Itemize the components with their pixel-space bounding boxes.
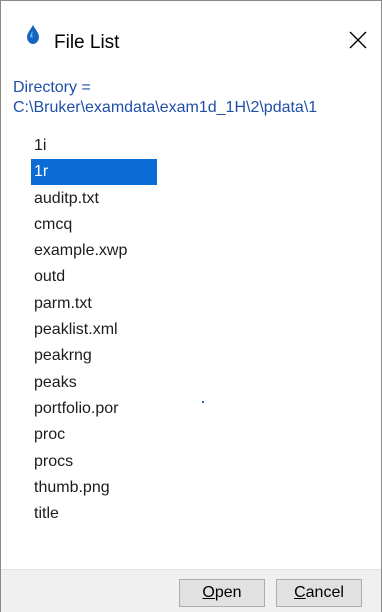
file-list-item[interactable]: 1r [31,159,157,186]
button-bar: Open Cancel [1,569,381,612]
file-list-item[interactable]: parm.txt [31,291,157,317]
file-list-item[interactable]: thumb.png [31,475,157,501]
file-list-item[interactable]: peaklist.xml [31,317,157,343]
file-list-item[interactable]: auditp.txt [31,186,157,212]
cancel-label-rest: ancel [305,584,344,601]
file-list-item[interactable]: peaks [31,370,157,396]
file-list-item[interactable]: peakrng [31,343,157,369]
directory-label: Directory = [13,79,91,96]
file-list[interactable]: 1i 1r auditp.txt cmcq example.xwp outd parm.tx… [31,133,157,527]
open-button[interactable]: Open [179,579,265,607]
cancel-mnemonic: C [294,584,306,601]
file-list-item[interactable]: cmcq [31,212,157,238]
close-button[interactable] [341,23,375,57]
topspin-drop-icon [25,25,41,45]
cancel-button[interactable]: Cancel [276,579,362,607]
dialog-content: Directory = C:\Bruker\examdata\exam1d_1H… [1,71,381,569]
open-label-rest: pen [214,584,242,601]
open-mnemonic: O [202,584,215,601]
file-list-item[interactable]: proc [31,422,157,448]
directory-path: C:\Bruker\examdata\exam1d_1H\2\pdata\1 [13,99,318,116]
title-bar[interactable]: File List [1,1,381,71]
file-list-item[interactable]: outd [31,264,157,290]
file-list-item[interactable]: portfolio.por [31,396,157,422]
file-list-item[interactable]: procs [31,449,157,475]
window-title: File List [54,32,120,53]
file-list-item[interactable]: example.xwp [31,238,157,264]
file-list-item[interactable]: title [31,501,157,527]
stray-dot [202,401,204,403]
file-list-item[interactable]: 1i [31,133,157,159]
close-icon [349,31,367,49]
file-list-dialog: File List Directory = C:\Bruker\examdata… [0,0,382,612]
